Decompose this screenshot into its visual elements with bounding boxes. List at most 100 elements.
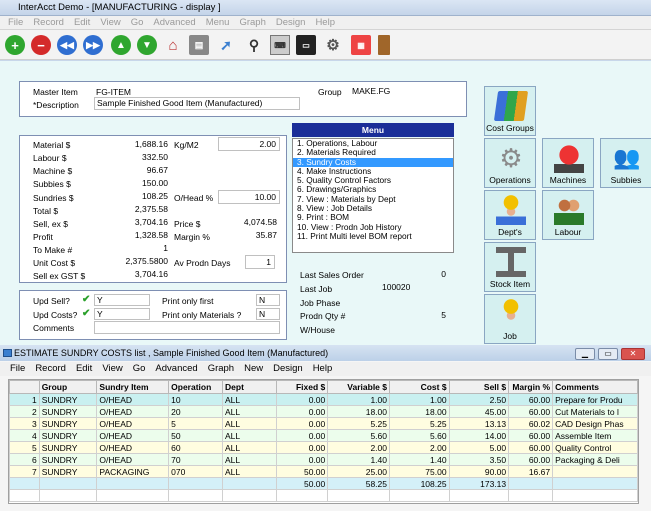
home-icon[interactable]: ⌂ bbox=[163, 35, 183, 55]
cell-item[interactable]: O/HEAD bbox=[96, 405, 170, 418]
col-header[interactable]: Operation bbox=[168, 380, 224, 394]
sub-menu-edit[interactable]: Edit bbox=[71, 362, 97, 376]
col-header[interactable]: Sell $ bbox=[448, 380, 510, 394]
cell-cost[interactable]: 18.00 bbox=[389, 405, 450, 418]
cell-dept[interactable]: ALL bbox=[222, 453, 277, 466]
sub-menu-advanced[interactable]: Advanced bbox=[150, 362, 202, 376]
cell-dept[interactable]: ALL bbox=[222, 465, 277, 478]
cell-sell[interactable]: 3.50 bbox=[448, 453, 510, 466]
menu-record[interactable]: Record bbox=[28, 16, 69, 30]
cell-op[interactable]: 60 bbox=[168, 441, 224, 454]
cell-op[interactable]: 70 bbox=[168, 453, 224, 466]
cell-comments[interactable]: Prepare for Produ bbox=[552, 393, 638, 406]
cell-comments[interactable] bbox=[552, 465, 638, 478]
col-header[interactable]: Fixed $ bbox=[275, 380, 329, 394]
sub-menu-file[interactable]: File bbox=[0, 362, 30, 376]
machines-button[interactable]: Machines bbox=[542, 138, 594, 188]
cell-variable[interactable]: 18.00 bbox=[327, 405, 390, 418]
menu-file[interactable]: File bbox=[0, 16, 28, 30]
cell-fixed[interactable]: 0.00 bbox=[275, 441, 329, 454]
cell-variable[interactable]: 1.00 bbox=[327, 393, 390, 406]
cell-fixed[interactable]: 0.00 bbox=[275, 453, 329, 466]
table-row[interactable]: 5 SUNDRY O/HEAD 60 ALL 0.00 2.00 2.00 5.00 60.00 Q… bbox=[9, 441, 638, 454]
add-icon[interactable]: + bbox=[5, 35, 25, 55]
cell-group[interactable]: SUNDRY bbox=[38, 417, 98, 430]
settings-icon[interactable]: ⚙ bbox=[323, 35, 343, 55]
cell-dept[interactable]: ALL bbox=[222, 393, 277, 406]
cell-dept[interactable]: ALL bbox=[222, 405, 277, 418]
stock-item-button[interactable]: Stock Item bbox=[484, 242, 536, 292]
cell-variable[interactable]: 2.00 bbox=[327, 441, 390, 454]
cell-comments[interactable]: Packaging & Deli bbox=[552, 453, 638, 466]
first-icon[interactable]: ◀◀ bbox=[57, 35, 77, 55]
keyboard-icon[interactable]: ⌨ bbox=[270, 35, 290, 55]
sub-menu-graph[interactable]: Graph bbox=[203, 362, 239, 376]
menu-edit[interactable]: Edit bbox=[69, 16, 95, 30]
cell-cost[interactable]: 2.00 bbox=[389, 441, 450, 454]
print-only-materials-field[interactable]: N bbox=[256, 308, 280, 320]
cell-variable[interactable]: 5.60 bbox=[327, 429, 390, 442]
subbies-button[interactable]: 👥 Subbies bbox=[600, 138, 651, 188]
kgm2-field[interactable]: 2.00 bbox=[218, 137, 280, 151]
col-header[interactable]: Group bbox=[38, 380, 98, 394]
cell-variable[interactable]: 1.40 bbox=[327, 453, 390, 466]
col-header[interactable]: Variable $ bbox=[327, 380, 390, 394]
cell-cost[interactable]: 1.00 bbox=[389, 393, 450, 406]
cell-margin[interactable]: 60.00 bbox=[508, 453, 554, 466]
cell-op[interactable]: 10 bbox=[168, 393, 224, 406]
cell-margin[interactable]: 16.67 bbox=[508, 465, 554, 478]
master-item-value[interactable]: FG-ITEM bbox=[96, 87, 131, 97]
menu-item-multi-level-bom[interactable]: 11. Print Multi level BOM report bbox=[293, 231, 453, 241]
menu-menu[interactable]: Menu bbox=[201, 16, 235, 30]
minimize-button[interactable]: ▁ bbox=[575, 348, 595, 360]
menu-view[interactable]: View bbox=[95, 16, 125, 30]
sub-menu-view[interactable]: View bbox=[97, 362, 127, 376]
cell-sell[interactable]: 90.00 bbox=[448, 465, 510, 478]
table-row[interactable]: 7 SUNDRY PACKAGING 070 ALL 50.00 25.00 75.00 90.… bbox=[9, 465, 638, 478]
cell-item[interactable]: O/HEAD bbox=[96, 429, 170, 442]
sub-menu-help[interactable]: Help bbox=[308, 362, 338, 376]
upd-sell-field[interactable]: Y bbox=[94, 294, 150, 306]
table-row[interactable]: 4 SUNDRY O/HEAD 50 ALL 0.00 5.60 5.60 14.00 60.00… bbox=[9, 429, 638, 442]
print-only-first-field[interactable]: N bbox=[256, 294, 280, 306]
cell-dept[interactable]: ALL bbox=[222, 429, 277, 442]
exit-door-icon[interactable] bbox=[378, 35, 390, 55]
col-header[interactable]: Margin % bbox=[508, 380, 554, 394]
cell-margin[interactable]: 60.02 bbox=[508, 417, 554, 430]
cell-op[interactable]: 50 bbox=[168, 429, 224, 442]
menu-go[interactable]: Go bbox=[126, 16, 149, 30]
col-header[interactable]: Comments bbox=[552, 380, 638, 394]
cell-item[interactable]: O/HEAD bbox=[96, 441, 170, 454]
monitor-icon[interactable]: ▭ bbox=[296, 35, 316, 55]
cell-op[interactable]: 5 bbox=[168, 417, 224, 430]
cell-sell[interactable]: 45.00 bbox=[448, 405, 510, 418]
cell-margin[interactable]: 60.00 bbox=[508, 441, 554, 454]
cell-group[interactable]: SUNDRY bbox=[38, 453, 98, 466]
cell-item[interactable]: O/HEAD bbox=[96, 417, 170, 430]
to-make-value[interactable]: 1 bbox=[100, 243, 168, 253]
sub-menu-go[interactable]: Go bbox=[128, 362, 151, 376]
group-value[interactable]: MAKE.FG bbox=[352, 86, 390, 96]
cost-groups-button[interactable]: Cost Groups bbox=[484, 86, 536, 136]
cell-comments[interactable]: CAD Design Phas bbox=[552, 417, 638, 430]
cell-comments[interactable]: Quality Control bbox=[552, 441, 638, 454]
cell-margin[interactable]: 60.00 bbox=[508, 405, 554, 418]
table-row[interactable]: 2 SUNDRY O/HEAD 20 ALL 0.00 18.00 18.00 45.00 60.… bbox=[9, 405, 638, 418]
sub-menu-record[interactable]: Record bbox=[30, 362, 71, 376]
job-button[interactable]: Job bbox=[484, 294, 536, 344]
print-icon[interactable]: ▤ bbox=[189, 35, 209, 55]
calendar-icon[interactable]: ▦ bbox=[351, 35, 371, 55]
menu-help[interactable]: Help bbox=[310, 16, 340, 30]
cell-variable[interactable]: 5.25 bbox=[327, 417, 390, 430]
delete-icon[interactable]: − bbox=[31, 35, 51, 55]
cell-comments[interactable]: Cut Materials to l bbox=[552, 405, 638, 418]
cell-fixed[interactable]: 0.00 bbox=[275, 405, 329, 418]
table-row[interactable]: 1 SUNDRY O/HEAD 10 ALL 0.00 1.00 1.00 2.50 60.00 P… bbox=[9, 393, 638, 406]
cell-sell[interactable]: 2.50 bbox=[448, 393, 510, 406]
cell-group[interactable]: SUNDRY bbox=[38, 441, 98, 454]
operations-button[interactable]: ⚙ Operations bbox=[484, 138, 536, 188]
cell-cost[interactable]: 5.25 bbox=[389, 417, 450, 430]
menu-design[interactable]: Design bbox=[271, 16, 311, 30]
cell-sell[interactable]: 13.13 bbox=[448, 417, 510, 430]
cell-item[interactable]: O/HEAD bbox=[96, 453, 170, 466]
